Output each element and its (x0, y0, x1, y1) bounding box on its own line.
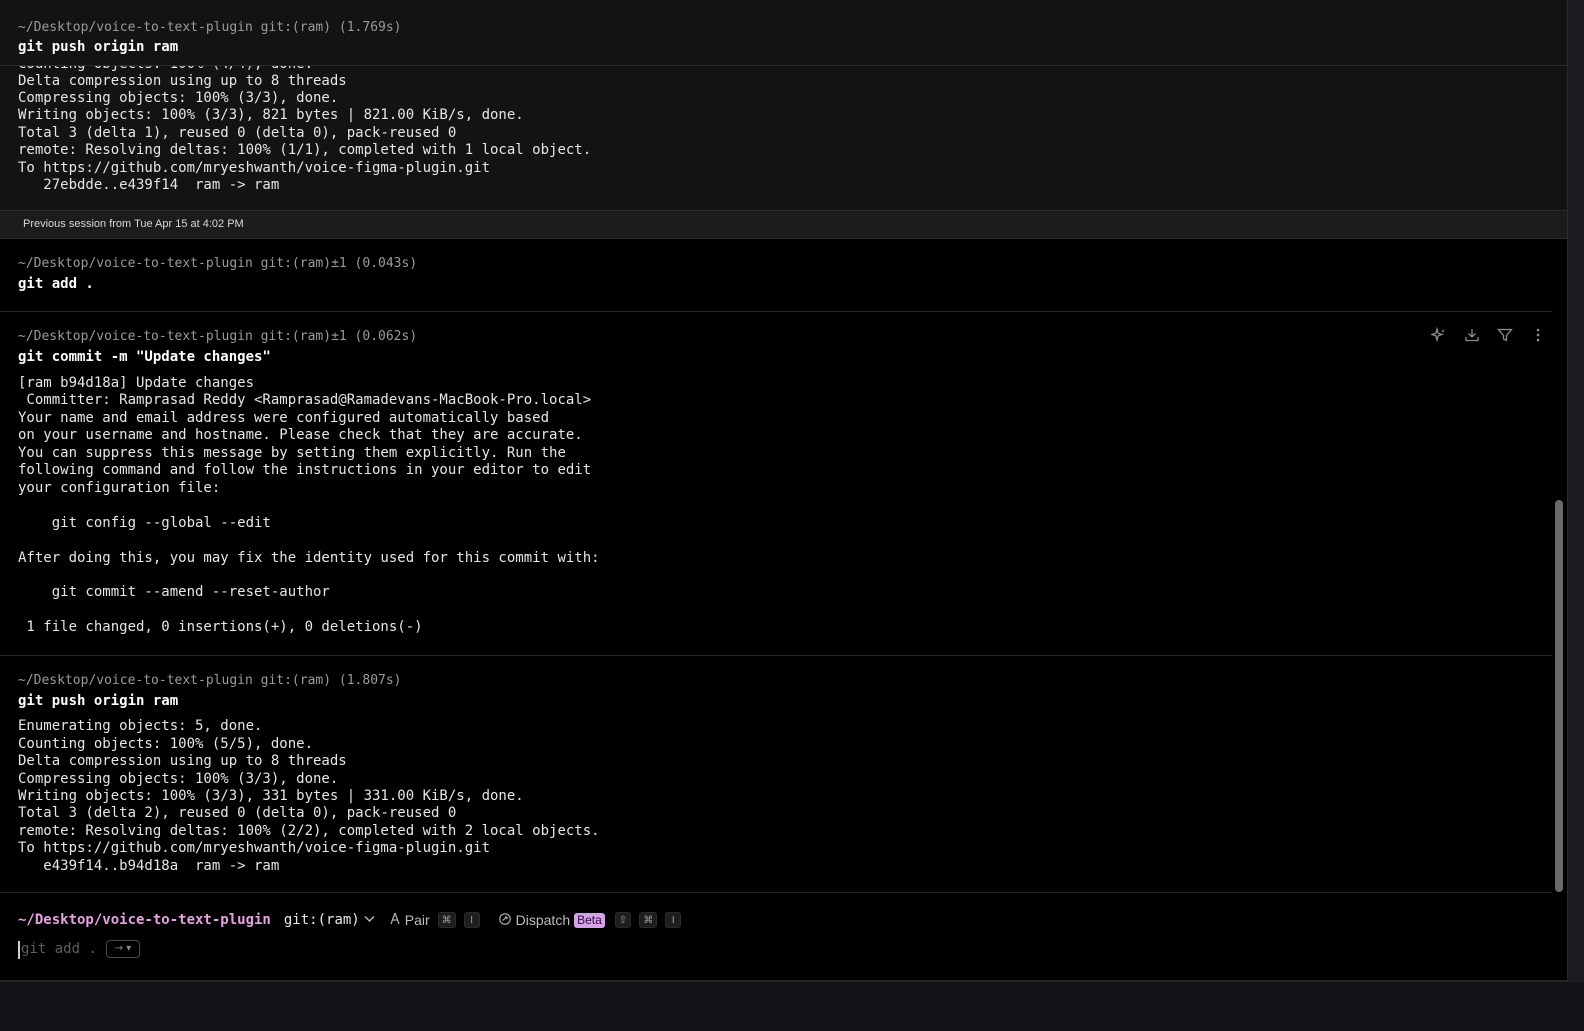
block-command: git push origin ram (18, 693, 179, 709)
prompt-context-bar: ~/Desktop/voice-to-text-plugin git:(ram)… (18, 911, 682, 929)
block-prompt: ~/Desktop/voice-to-text-plugin git:(ram)… (18, 20, 402, 35)
window-edge (1568, 0, 1584, 981)
block-header-sticky: ~/Desktop/voice-to-text-plugin git:(ram)… (0, 0, 1567, 66)
bottom-strip (0, 981, 1584, 1031)
block-command: git push origin ram (18, 39, 179, 55)
output-line: Total 3 (delta 2), reused 0 (delta 0), p… (18, 805, 457, 821)
output-line: Compressing objects: 100% (3/3), done. (18, 90, 339, 106)
more-vertical-icon[interactable] (1521, 327, 1554, 347)
output-line: following command and follow the instruc… (18, 462, 592, 478)
text-cursor (18, 941, 20, 959)
pair-button[interactable]: Pair ⌘ I (389, 912, 480, 928)
output-line: your configuration file: (18, 480, 221, 496)
output-line: on your username and hostname. Please ch… (18, 427, 583, 443)
block-prompt: ~/Desktop/voice-to-text-plugin git:(ram)… (18, 256, 418, 271)
output-line: e439f14..b94d18a ram -> ram (18, 858, 280, 874)
output-line: To https://github.com/mryeshwanth/voice-… (18, 840, 491, 856)
output-line: To https://github.com/mryeshwanth/voice-… (18, 160, 491, 176)
output-line: Writing objects: 100% (3/3), 331 bytes |… (18, 788, 524, 804)
output-line: [ram b94d18a] Update changes (18, 375, 255, 391)
output-line: Compressing objects: 100% (3/3), done. (18, 771, 339, 787)
dispatch-label: Dispatch (515, 912, 571, 928)
command-input-suggestion[interactable]: git add . (21, 941, 97, 957)
shortcut-key: I (463, 912, 480, 928)
output-line: 1 file changed, 0 insertions(+), 0 delet… (18, 619, 423, 635)
command-input-area[interactable]: ~/Desktop/voice-to-text-plugin git:(ram)… (0, 893, 1552, 980)
output-line: Total 3 (delta 1), reused 0 (delta 0), p… (18, 125, 457, 141)
output-line: After doing this, you may fix the identi… (18, 550, 600, 566)
pair-label: Pair (404, 912, 430, 928)
previous-session-block[interactable]: ~/Desktop/voice-to-text-plugin git:(ram)… (0, 0, 1567, 210)
dispatch-button[interactable]: Dispatch Beta ⇧ ⌘ I (498, 912, 682, 929)
output-line: Delta compression using up to 8 threads (18, 753, 347, 769)
block-prompt: ~/Desktop/voice-to-text-plugin git:(ram)… (18, 329, 418, 344)
output-line: git config --global --edit (18, 515, 271, 531)
block-prompt: ~/Desktop/voice-to-text-plugin git:(ram)… (18, 673, 402, 688)
output-line: remote: Resolving deltas: 100% (2/2), co… (18, 823, 600, 839)
shortcut-key: ⇧ (614, 912, 632, 928)
output-line: 27ebdde..e439f14 ram -> ram (18, 177, 280, 193)
session-divider-label: Previous session from Tue Apr 15 at 4:02… (23, 218, 244, 230)
dispatch-icon (498, 912, 512, 929)
command-block[interactable]: ~/Desktop/voice-to-text-plugin git:(ram)… (0, 240, 1552, 312)
shortcut-key: I (665, 912, 682, 928)
block-command: git add . (18, 276, 94, 292)
terminal-window: ~/Desktop/voice-to-text-plugin git:(ram)… (0, 0, 1568, 981)
output-line: Enumerating objects: 5, done. (18, 718, 263, 734)
filter-icon[interactable] (1488, 327, 1521, 347)
chevron-down-icon[interactable] (364, 914, 375, 926)
command-block[interactable]: ~/Desktop/voice-to-text-plugin git:(ram)… (0, 656, 1552, 893)
command-block[interactable]: ~/Desktop/voice-to-text-plugin git:(ram)… (0, 312, 1552, 656)
output-line: git commit --amend --reset-author (18, 584, 330, 600)
session-divider: Previous session from Tue Apr 15 at 4:02… (0, 210, 1567, 239)
shortcut-key: ⌘ (639, 912, 658, 928)
git-branch[interactable]: git:(ram) (284, 912, 360, 928)
block-actions-toolbar (1422, 326, 1554, 347)
block-command: git commit -m "Update changes" (18, 349, 271, 365)
output-line: Your name and email address were configu… (18, 410, 550, 426)
download-icon[interactable] (1455, 327, 1488, 347)
output-line: You can suppress this message by setting… (18, 445, 566, 461)
output-line: Delta compression using up to 8 threads (18, 73, 347, 89)
ai-sparkle-icon[interactable] (1422, 326, 1455, 347)
output-line: remote: Resolving deltas: 100% (1/1), co… (18, 142, 592, 158)
output-line: Counting objects: 100% (5/5), done. (18, 736, 314, 752)
pair-icon (389, 912, 401, 928)
output-line: Writing objects: 100% (3/3), 821 bytes |… (18, 107, 524, 123)
output-line: Committer: Ramprasad Reddy <Ramprasad@Ra… (18, 392, 592, 408)
current-directory[interactable]: ~/Desktop/voice-to-text-plugin (18, 912, 271, 928)
scrollbar-thumb[interactable] (1555, 500, 1563, 892)
accept-suggestion-hint[interactable]: → ▾ (106, 940, 140, 958)
shortcut-key: ⌘ (437, 912, 456, 928)
beta-badge: Beta (574, 912, 605, 928)
